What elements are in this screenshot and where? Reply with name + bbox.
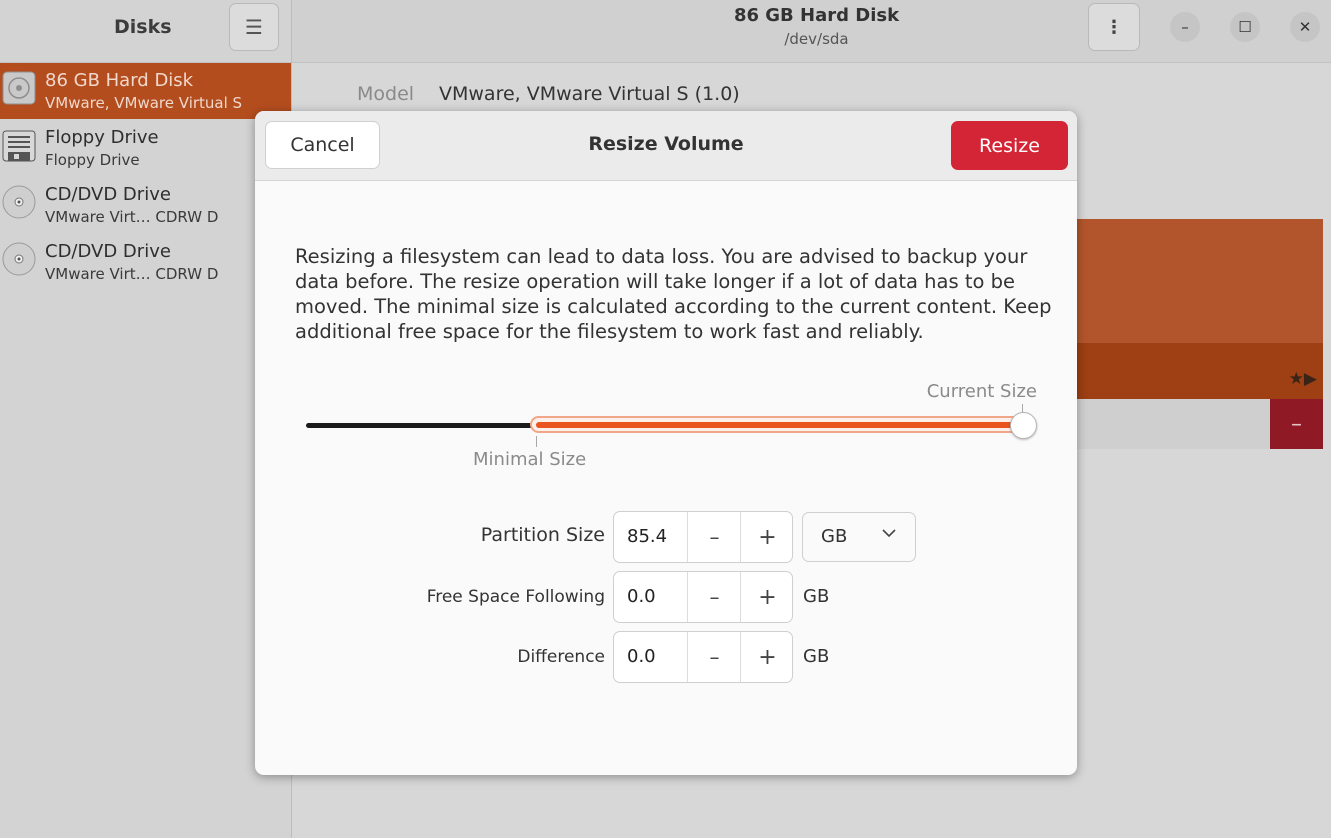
minus-icon: – — [1291, 411, 1302, 437]
drive-name: Floppy Drive — [45, 127, 159, 148]
difference-decrement-button[interactable]: – — [687, 632, 741, 682]
free-space-decrement-button[interactable]: – — [687, 572, 741, 622]
drive-item-hard-disk[interactable]: 86 GB Hard Disk VMware, VMware Virtual S — [0, 63, 291, 119]
maximize-button[interactable]: ☐ — [1230, 12, 1260, 42]
sidebar-title: Disks — [114, 16, 172, 38]
volume-partition-selected[interactable]: ★▶ — [1077, 343, 1323, 399]
slider-fill — [536, 422, 1017, 428]
difference-label: Difference — [517, 647, 605, 667]
partition-size-label: Partition Size — [480, 524, 605, 546]
free-space-following-label: Free Space Following — [426, 587, 605, 607]
free-space-following-input[interactable]: 0.0 — [627, 572, 656, 622]
drive-name: CD/DVD Drive — [45, 184, 171, 205]
close-icon: ✕ — [1298, 18, 1312, 36]
free-space-unit: GB — [803, 586, 830, 607]
partition-status-icons: ★▶ — [1288, 369, 1317, 389]
optical-disc-icon — [2, 185, 36, 219]
slider-track-resizable[interactable] — [530, 416, 1023, 433]
hard-disk-icon — [2, 71, 36, 105]
drive-item-cdrom-2[interactable]: CD/DVD Drive VMware Virt… CDRW D — [0, 234, 291, 290]
drive-name: 86 GB Hard Disk — [45, 70, 194, 91]
drive-name: CD/DVD Drive — [45, 241, 171, 262]
drive-subtitle: Floppy Drive — [45, 151, 140, 169]
minimize-icon: – — [1181, 18, 1189, 36]
free-space-following-spinner: 0.0 – + — [613, 571, 793, 623]
drive-item-cdrom-1[interactable]: CD/DVD Drive VMware Virt… CDRW D — [0, 177, 291, 233]
difference-unit: GB — [803, 646, 830, 667]
model-value: VMware, VMware Virtual S (1.0) — [439, 83, 740, 105]
model-label: Model — [357, 83, 415, 105]
close-button[interactable]: ✕ — [1290, 12, 1320, 42]
difference-increment-button[interactable]: + — [740, 632, 794, 682]
drive-subtitle: VMware, VMware Virtual S — [45, 94, 243, 112]
drive-subtitle: VMware Virt… CDRW D — [45, 208, 219, 226]
difference-spinner: 0.0 – + — [613, 631, 793, 683]
drive-options-button[interactable]: ⋮ — [1088, 3, 1140, 51]
optical-disc-icon — [2, 242, 36, 276]
dialog-header: Cancel Resize Volume Resize — [255, 111, 1077, 181]
size-slider-handle[interactable] — [1010, 412, 1037, 439]
size-unit-value: GB — [821, 526, 848, 547]
resize-button[interactable]: Resize — [951, 121, 1068, 170]
minimal-size-label: Minimal Size — [473, 449, 587, 470]
header-bar: 86 GB Hard Disk /dev/sda ⋮ – ☐ ✕ — [292, 0, 1331, 63]
partition-size-spinner: 85.4 – + — [613, 511, 793, 563]
sidebar-header: Disks ☰ — [0, 0, 291, 63]
volume-toolbar — [1077, 399, 1277, 449]
hamburger-icon: ☰ — [245, 15, 263, 39]
minimize-button[interactable]: – — [1170, 12, 1200, 42]
warning-text: Resizing a filesystem can lead to data l… — [295, 245, 1052, 343]
resize-volume-dialog: Cancel Resize Volume Resize Resizing a f… — [255, 111, 1077, 775]
free-space-increment-button[interactable]: + — [740, 572, 794, 622]
slider-track-used — [306, 423, 533, 428]
floppy-drive-icon — [2, 130, 36, 162]
drive-subtitle: VMware Virt… CDRW D — [45, 265, 219, 283]
delete-partition-button[interactable]: – — [1270, 399, 1323, 449]
partition-size-increment-button[interactable]: + — [740, 512, 794, 562]
maximize-icon: ☐ — [1238, 18, 1252, 36]
partition-size-input[interactable]: 85.4 — [627, 512, 667, 562]
hamburger-menu-button[interactable]: ☰ — [229, 3, 279, 51]
partition-size-decrement-button[interactable]: – — [687, 512, 741, 562]
chevron-down-icon — [882, 529, 896, 538]
kebab-menu-icon: ⋮ — [1105, 16, 1123, 38]
current-size-label: Current Size — [926, 381, 1037, 402]
drive-item-floppy[interactable]: Floppy Drive Floppy Drive — [0, 120, 291, 176]
volume-partition-block[interactable] — [1077, 219, 1323, 343]
minimal-size-tick — [536, 436, 537, 447]
difference-input[interactable]: 0.0 — [627, 632, 656, 682]
size-unit-dropdown[interactable]: GB — [802, 512, 916, 562]
sidebar: Disks ☰ 86 GB Hard Disk VMware, VMware V… — [0, 0, 292, 838]
